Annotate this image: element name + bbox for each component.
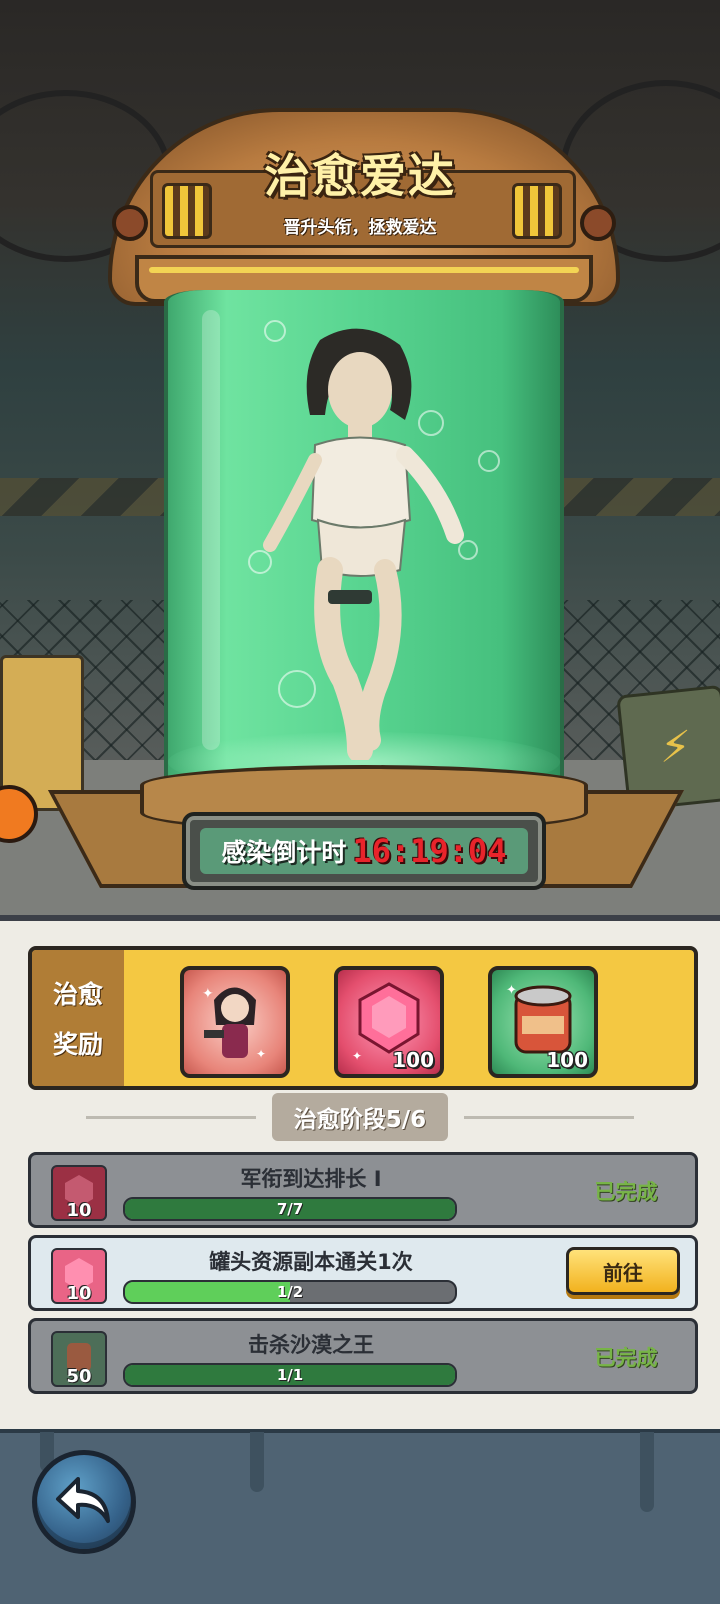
rewards-label: 治愈 奖励 <box>32 950 124 1086</box>
rewards-label-line1: 治愈 <box>52 980 103 1009</box>
divider <box>86 1116 256 1119</box>
go-button[interactable]: 前往 <box>566 1247 680 1295</box>
svg-text:✦: ✦ <box>202 986 214 1002</box>
task-reward-qty: 50 <box>66 1366 92 1387</box>
gem-icon: 10 <box>51 1248 107 1304</box>
task-progress-text: 7/7 <box>276 1200 304 1218</box>
cure-rewards: 治愈 奖励 ✦ ✦ ✦ 100 ✦ 100 <box>28 946 698 1090</box>
task-reward-qty: 10 <box>66 1200 92 1221</box>
task-row: 50 击杀沙漠之王 1/1 已完成 <box>28 1318 698 1394</box>
gem-icon: 10 <box>51 1165 107 1221</box>
completed-stamp: 已完成 <box>571 1339 681 1377</box>
bubble <box>478 450 500 472</box>
page-title: 治愈爱达 <box>264 149 456 203</box>
page-subtitle: 晋升头衔，拯救爱达 <box>283 218 437 238</box>
countdown-value: 16:19:04 <box>352 832 507 870</box>
completed-stamp: 已完成 <box>571 1173 681 1211</box>
ada-character <box>263 328 464 760</box>
task-reward-qty: 10 <box>66 1283 92 1304</box>
task-title: 击杀沙漠之王 <box>248 1333 374 1357</box>
task-progress-bar: 1/1 <box>123 1363 457 1387</box>
task-row: 10 军衔到达排长 Ⅰ 7/7 已完成 <box>28 1152 698 1228</box>
reward-item-canned-food[interactable]: ✦ 100 <box>488 966 598 1078</box>
reward-qty: 100 <box>392 1048 434 1072</box>
divider <box>464 1116 634 1119</box>
canned-food-icon: 50 <box>51 1331 107 1387</box>
reward-item-character[interactable]: ✦ ✦ <box>180 966 290 1078</box>
task-title: 军衔到达排长 Ⅰ <box>240 1167 382 1191</box>
lightning-icon: ⚡ <box>660 722 691 773</box>
reward-qty: 100 <box>546 1048 588 1072</box>
cure-stage-label: 治愈阶段5/6 <box>272 1093 448 1141</box>
infection-countdown: 感染倒计时 16:19:04 <box>182 812 546 890</box>
drip <box>640 1432 654 1512</box>
task-progress-bar: 7/7 <box>123 1197 457 1221</box>
task-row: 10 罐头资源副本通关1次 1/2 前往 <box>28 1235 698 1311</box>
svg-text:✦: ✦ <box>506 983 517 998</box>
task-title: 罐头资源副本通关1次 <box>209 1250 413 1274</box>
character-icon: ✦ ✦ <box>202 986 266 1061</box>
task-progress-text: 1/2 <box>276 1283 304 1301</box>
back-button[interactable] <box>32 1450 136 1554</box>
task-progress-text: 1/1 <box>276 1366 304 1384</box>
svg-text:✦: ✦ <box>352 1049 362 1063</box>
task-progress-bar: 1/2 <box>123 1280 457 1304</box>
countdown-label: 感染倒计时 <box>221 838 347 867</box>
drip <box>250 1432 264 1492</box>
rewards-label-line2: 奖励 <box>52 1030 103 1059</box>
svg-text:✦: ✦ <box>256 1047 266 1061</box>
back-arrow-icon <box>56 1477 110 1523</box>
reward-item-gem[interactable]: ✦ 100 <box>334 966 444 1078</box>
